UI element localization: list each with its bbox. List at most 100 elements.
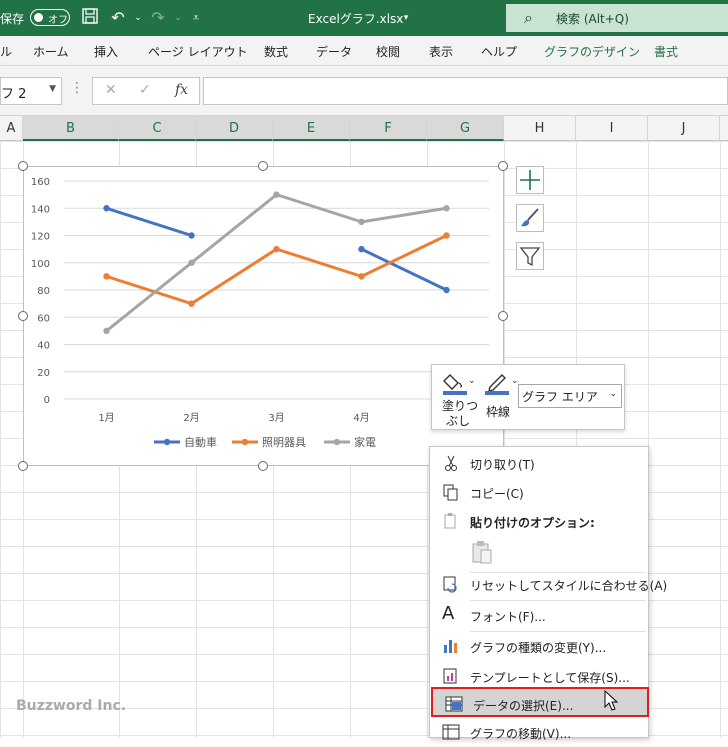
resize-handle[interactable] [18,161,28,171]
resize-handle[interactable] [498,161,508,171]
tab-chart-design[interactable]: グラフのデザイン [544,43,640,60]
menu-item-label: グラフの種類の変更(Y)... [470,641,607,655]
resize-handle[interactable] [498,311,508,321]
customize-qat-icon[interactable]: ⩡ [186,8,206,28]
tab-review[interactable]: 校閲 [376,43,400,60]
paste-option-button[interactable] [430,535,648,569]
menu-item-change-chart-type[interactable]: グラフの種類の変更(Y)... [430,631,648,661]
menu-item-font[interactable]: A フォント(F)... [430,600,648,630]
copy-icon [443,484,458,501]
tab-data[interactable]: データ [316,43,352,60]
mouse-cursor-icon [604,690,619,711]
column-header-j[interactable]: J [648,116,720,141]
menu-item-cut[interactable]: 切り取り(T) [430,448,648,478]
legend-label: 自動車 [184,435,217,449]
menu-item-move-chart[interactable]: グラフの移動(V)... [430,717,648,747]
name-box[interactable]: フ 2 ▼ [0,77,62,105]
paint-bucket-icon[interactable]: ⌄ [442,371,476,395]
tab-file[interactable]: ル [0,43,12,60]
column-header-c[interactable]: C [119,116,196,141]
resize-handle[interactable] [258,161,268,171]
menu-item-paste-options: 貼り付けのオプション: [430,506,648,536]
insert-function-icon[interactable]: fx [175,82,188,98]
column-header-i[interactable]: I [576,116,648,141]
column-header-a[interactable]: A [0,116,23,141]
autosave-toggle[interactable]: オフ [30,9,70,26]
search-placeholder: 検索 (Alt+Q) [556,12,629,26]
column-header-b[interactable]: B [23,116,119,141]
column-header-f[interactable]: F [350,116,427,141]
menu-item-label: データの選択(E)... [473,699,574,713]
more-icon[interactable]: ⋮ [70,80,84,96]
resize-handle[interactable] [258,461,268,471]
chart-filters-button[interactable] [516,242,544,270]
autosave-state: オフ [48,15,68,26]
title-dropdown-icon[interactable]: ▾ [396,8,416,28]
enter-icon[interactable]: ✓ [139,82,151,98]
tab-view[interactable]: 表示 [429,43,453,60]
data-point [358,273,365,280]
tab-insert[interactable]: 挿入 [94,43,118,60]
search-icon: ⌕ [524,8,533,27]
undo-icon[interactable]: ↶ [108,8,128,28]
search-box[interactable]: ⌕ 検索 (Alt+Q) [506,4,728,32]
data-point [273,245,280,253]
column-header-e[interactable]: E [273,116,350,141]
data-point [103,205,110,212]
tab-formulas[interactable]: 数式 [264,43,288,60]
column-header-h[interactable]: H [504,116,576,141]
column-header-g[interactable]: G [427,116,504,141]
title-bar: 保存 オフ ↶ ⌄ ↷ ⌄ ⩡ Excelグラフ.xlsx ▾ ⌕ 検索 (Al… [0,0,728,36]
watermark: Buzzword Inc. [16,698,127,714]
formula-bar: フ 2 ▼ ⋮ ✕ ✓ fx [0,66,728,116]
outline-label[interactable]: 枠線 [486,403,510,420]
y-tick-label: 60 [37,313,50,324]
font-icon: A [442,603,455,624]
pencil-outline-icon[interactable]: ⌄ [484,371,518,395]
series-line [106,234,448,306]
menu-item-label: フォント(F)... [470,610,546,624]
ribbon-tabs: ル ホーム 挿入 ページ レイアウト 数式 データ 校閲 表示 ヘルプ グラフの… [0,36,728,66]
undo-dropdown-icon[interactable]: ⌄ [128,8,148,28]
brush-icon [521,208,539,227]
gridline [720,141,721,738]
chart-element-select[interactable]: グラフ エリア ⌄ [518,384,622,408]
chart-element-value: グラフ エリア [522,390,598,404]
chart-type-icon [444,640,457,653]
reset-style-icon [443,576,457,593]
select-data-icon [445,696,463,712]
svg-text:⌄: ⌄ [511,376,518,386]
redo-dropdown-icon[interactable]: ⌄ [168,8,188,28]
legend-label: 照明器具 [262,436,306,449]
y-tick-label: 0 [44,395,50,406]
x-tick-label: 1月 [98,412,114,424]
save-icon[interactable] [80,8,100,28]
resize-handle[interactable] [18,311,28,321]
tab-help[interactable]: ヘルプ [481,43,517,60]
data-point [358,245,365,253]
name-box-dropdown-icon[interactable]: ▼ [49,84,56,94]
redo-icon[interactable]: ↷ [148,8,168,28]
chart-styles-button[interactable] [516,204,544,232]
tab-page-layout[interactable]: ページ レイアウト [148,43,248,60]
cancel-icon[interactable]: ✕ [105,82,117,98]
data-point [443,232,450,239]
data-point [358,218,365,226]
y-tick-label: 120 [31,232,50,243]
menu-item-copy[interactable]: コピー(C) [430,477,648,507]
formula-input[interactable] [203,77,728,105]
svg-text:⌄: ⌄ [468,376,476,386]
y-tick-label: 80 [37,286,50,297]
chart-elements-button[interactable] [516,166,544,194]
y-tick-label: 40 [37,341,50,352]
column-header-d[interactable]: D [196,116,273,141]
menu-item-reset-style[interactable]: リセットしてスタイルに合わせる(A) [430,569,667,599]
resize-handle[interactable] [18,461,28,471]
data-point [103,273,110,280]
menu-item-label: グラフの移動(V)... [470,727,572,741]
tab-home[interactable]: ホーム [33,43,69,60]
formula-buttons: ✕ ✓ fx [92,77,200,105]
tab-format[interactable]: 書式 [654,43,678,60]
fill-label-line2[interactable]: ぶし [446,412,470,429]
menu-item-label: テンプレートとして保存(S)... [470,671,630,685]
